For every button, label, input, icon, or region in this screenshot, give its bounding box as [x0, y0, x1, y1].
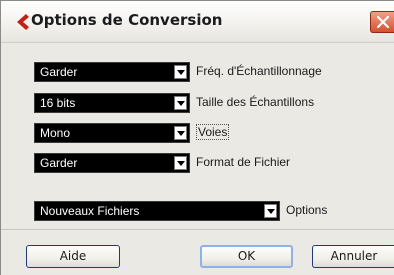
file-format-dropdown[interactable]: Garder — [34, 153, 190, 173]
file-format-row: Garder Format de Fichier — [1, 153, 394, 173]
sample-rate-dropdown[interactable]: Garder — [34, 62, 190, 82]
file-format-label: Format de Fichier — [196, 155, 291, 169]
file-format-value: Garder — [40, 156, 78, 170]
close-icon — [377, 16, 389, 28]
divider — [1, 229, 394, 230]
chevron-down-icon[interactable] — [264, 204, 277, 218]
channels-label: Voies — [196, 124, 230, 140]
chevron-down-icon[interactable] — [174, 156, 187, 170]
title-bar[interactable]: Options de Conversion — [1, 1, 394, 43]
chevron-down-icon[interactable] — [174, 126, 187, 140]
options-dropdown[interactable]: Nouveaux Fichiers — [34, 201, 280, 221]
chevron-down-icon[interactable] — [174, 96, 187, 110]
ok-button[interactable]: OK — [200, 245, 293, 268]
sample-size-row: 16 bits Taille des Échantillons — [1, 93, 394, 113]
help-button[interactable]: Aide — [26, 245, 120, 268]
options-label: Options — [286, 203, 328, 217]
sample-size-label: Taille des Échantillons — [196, 95, 315, 109]
channels-value: Mono — [40, 126, 71, 140]
dialog-title: Options de Conversion — [31, 11, 223, 29]
options-value: Nouveaux Fichiers — [40, 204, 140, 218]
close-button[interactable] — [370, 11, 394, 33]
sample-size-dropdown[interactable]: 16 bits — [34, 93, 190, 113]
cancel-button[interactable]: Annuler — [312, 245, 394, 268]
options-row: Nouveaux Fichiers Options — [1, 201, 394, 221]
conversion-options-dialog: Options de Conversion Garder Fréq. d'Éch… — [0, 0, 394, 275]
channels-dropdown[interactable]: Mono — [34, 123, 190, 143]
sample-size-value: 16 bits — [40, 96, 76, 110]
chevron-down-icon[interactable] — [174, 65, 187, 79]
sample-rate-row: Garder Fréq. d'Échantillonnage — [1, 62, 394, 82]
sample-rate-value: Garder — [40, 65, 78, 79]
sample-rate-label: Fréq. d'Échantillonnage — [196, 64, 322, 78]
cubase-logo-icon — [14, 12, 30, 32]
channels-row: Mono Voies — [1, 123, 394, 143]
